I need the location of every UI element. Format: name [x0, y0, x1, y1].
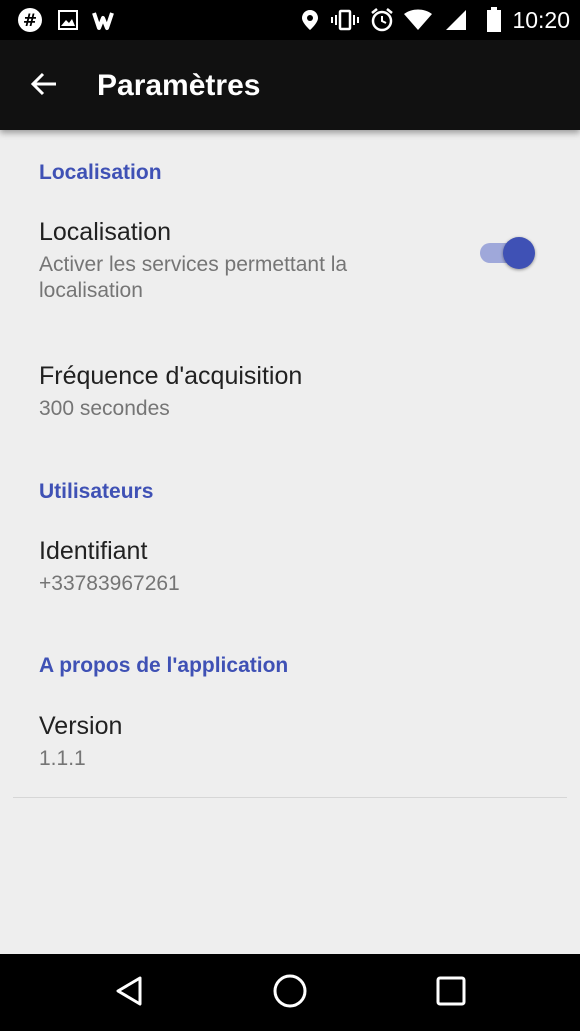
nav-back-button[interactable] — [104, 968, 154, 1018]
version-pref-title: Version — [39, 712, 123, 740]
frequency-pref-title: Fréquence d'acquisition — [39, 362, 303, 390]
home-circle-icon — [272, 973, 308, 1014]
location-icon — [296, 6, 324, 34]
frequency-preference[interactable]: Fréquence d'acquisition 300 secondes — [0, 360, 580, 450]
location-preference[interactable]: Localisation Activer les services permet… — [0, 216, 580, 326]
section-header-users: Utilisateurs — [39, 480, 154, 503]
nav-home-button[interactable] — [265, 968, 315, 1018]
version-pref-summary: 1.1.1 — [39, 747, 86, 770]
identifier-pref-summary: +33783967261 — [39, 572, 180, 595]
vibrate-icon — [331, 6, 359, 34]
location-pref-title: Localisation — [39, 218, 172, 246]
switch-thumb — [503, 237, 535, 269]
back-triangle-icon — [112, 974, 146, 1013]
navigation-bar — [0, 954, 580, 1031]
wattpad-icon — [92, 6, 120, 34]
status-time: 10:20 — [512, 7, 570, 33]
alarm-icon — [368, 6, 396, 34]
version-preference[interactable]: Version 1.1.1 — [0, 710, 580, 800]
page-title: Paramètres — [97, 69, 261, 102]
section-header-about: A propos de l'application — [39, 654, 289, 677]
nav-recents-button[interactable] — [426, 968, 476, 1018]
image-icon — [54, 6, 82, 34]
signal-icon — [442, 6, 470, 34]
identifier-pref-title: Identifiant — [39, 537, 148, 565]
battery-icon — [480, 6, 508, 34]
location-toggle-switch[interactable] — [480, 236, 536, 269]
status-bar: # 10:20 — [0, 0, 580, 40]
frequency-pref-summary: 300 secondes — [39, 397, 170, 420]
location-pref-summary: Activer les services permettant la local… — [39, 253, 348, 302]
slack-icon: # — [16, 6, 44, 34]
back-button[interactable] — [20, 62, 68, 110]
wifi-icon — [404, 6, 432, 34]
recents-square-icon — [435, 975, 467, 1012]
section-header-location: Localisation — [39, 161, 162, 184]
arrow-back-icon — [30, 70, 58, 103]
svg-text:#: # — [23, 11, 37, 31]
list-divider — [13, 797, 567, 798]
app-bar: Paramètres — [0, 40, 580, 130]
identifier-preference[interactable]: Identifiant +33783967261 — [0, 535, 580, 625]
